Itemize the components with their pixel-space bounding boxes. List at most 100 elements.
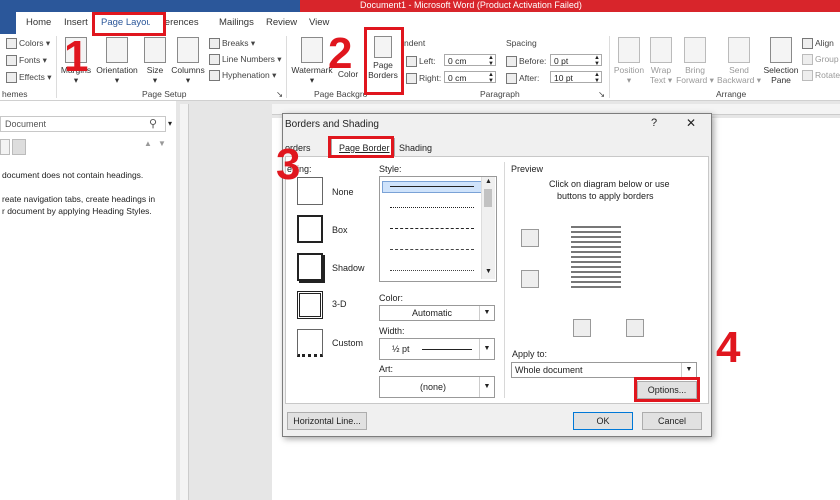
spin-arrows-icon[interactable]: ▲ ▼ (488, 55, 494, 67)
headings-view-icon[interactable] (0, 139, 10, 155)
scroll-up-icon[interactable]: ▲ (485, 178, 492, 185)
next-heading-icon[interactable]: ▼ (158, 139, 166, 148)
close-button[interactable]: ✕ (686, 116, 696, 130)
horizontal-line-button[interactable]: Horizontal Line... (287, 412, 367, 430)
scroll-down-icon[interactable]: ▼ (485, 268, 492, 275)
orientation-button[interactable]: Orientation ▾ (94, 37, 140, 86)
setting-shadow-icon[interactable] (297, 253, 323, 281)
spin-arrows-icon[interactable]: ▲ ▼ (594, 72, 600, 84)
tab-insert[interactable]: Insert (64, 17, 88, 28)
orientation-label: Orientation (96, 65, 138, 75)
breaks-icon (209, 38, 220, 50)
setting-shadow-label[interactable]: Shadow (332, 263, 365, 273)
wrap-text-button[interactable]: Wrap Text ▾ (646, 37, 676, 86)
columns-label: Columns (171, 65, 205, 75)
spacing-after-input[interactable]: 10 pt ▲ ▼ (550, 71, 602, 84)
tab-mailings[interactable]: Mailings (219, 17, 254, 28)
chevron-down-icon[interactable]: ▼ (479, 306, 494, 320)
position-label: Position (613, 65, 645, 75)
tab-home[interactable]: Home (26, 17, 51, 28)
columns-button[interactable]: Columns ▾ (170, 37, 206, 86)
spacing-before-input[interactable]: 0 pt ▲ ▼ (550, 54, 602, 67)
group-button[interactable]: Group (802, 54, 839, 66)
indent-left-icon (406, 56, 417, 68)
chevron-down-icon[interactable]: ▼ (479, 339, 494, 359)
send-label-2: Backward (717, 75, 755, 85)
top-border-toggle-icon[interactable] (521, 229, 539, 247)
tab-shading[interactable]: Shading (399, 143, 432, 153)
spacing-after-value: 10 pt (554, 73, 573, 83)
search-icon[interactable]: ⚲ (149, 117, 157, 130)
pages-view-icon[interactable] (12, 139, 26, 155)
indent-right-input[interactable]: 0 cm ▲ ▼ (444, 71, 496, 84)
breaks-button[interactable]: Breaks ▾ (209, 38, 255, 50)
color-select[interactable]: Automatic ▼ (379, 305, 495, 321)
setting-custom-icon[interactable] (297, 329, 323, 357)
page-setup-launcher-icon[interactable]: ↘ (276, 89, 283, 100)
fonts-button[interactable]: Fonts ▾ (6, 55, 47, 67)
bring-forward-button[interactable]: Bring Forward ▾ (676, 37, 714, 86)
effects-button[interactable]: Effects ▾ (6, 72, 51, 84)
chevron-down-icon[interactable]: ▼ (681, 363, 696, 377)
spin-arrows-icon[interactable]: ▲ ▼ (488, 72, 494, 84)
setting-3d-icon[interactable] (297, 291, 323, 319)
right-border-toggle-icon[interactable] (626, 319, 644, 337)
style-list[interactable]: ▲ ▼ (379, 176, 497, 282)
size-icon (144, 37, 166, 63)
selection-pane-button[interactable]: Selection Pane (762, 37, 800, 85)
tab-view[interactable]: View (309, 17, 329, 28)
line-numbers-button[interactable]: Line Numbers ▾ (209, 54, 282, 66)
left-border-toggle-icon[interactable] (573, 319, 591, 337)
previous-heading-icon[interactable]: ▲ (144, 139, 152, 148)
effects-label: Effects (19, 72, 45, 82)
position-button[interactable]: Position ▾ (612, 37, 646, 86)
setting-box-icon[interactable] (297, 215, 323, 243)
setting-box-label[interactable]: Box (332, 225, 348, 235)
hyphenation-button[interactable]: Hyphenation ▾ (209, 70, 276, 82)
style-dotted-line (390, 207, 474, 208)
indent-left-label: Left: (406, 56, 436, 68)
style-solid-line (390, 186, 474, 187)
art-select[interactable]: (none) ▼ (379, 376, 495, 398)
group-divider (286, 36, 287, 98)
bottom-border-toggle-icon[interactable] (521, 270, 539, 288)
align-button[interactable]: Align (802, 38, 834, 50)
rotate-button[interactable]: Rotate (802, 70, 840, 82)
search-dropdown-icon[interactable]: ▾ (168, 119, 172, 128)
ok-button[interactable]: OK (573, 412, 633, 430)
send-backward-button[interactable]: Send Backward ▾ (716, 37, 762, 86)
page-background-group-label: Page Backgro (314, 89, 368, 99)
scroll-thumb[interactable] (484, 189, 492, 207)
chevron-down-icon[interactable]: ▼ (479, 377, 494, 397)
line-numbers-label: Line Numbers (222, 54, 275, 64)
colors-button[interactable]: Colors ▾ (6, 38, 50, 50)
cancel-button[interactable]: Cancel (642, 412, 702, 430)
hyphenation-label: Hyphenation (222, 70, 270, 80)
style-scrollbar[interactable]: ▲ ▼ (481, 177, 495, 279)
setting-3d-label[interactable]: 3-D (332, 299, 347, 309)
wrap-label-1: Wrap (650, 65, 672, 75)
spacing-before-value: 0 pt (554, 56, 569, 66)
spin-arrows-icon[interactable]: ▲ ▼ (594, 55, 600, 67)
effects-icon (6, 72, 17, 84)
file-tab[interactable] (0, 12, 16, 34)
help-button[interactable]: ? (651, 117, 657, 129)
navigation-search-input[interactable]: Document ⚲ (0, 116, 166, 132)
width-select[interactable]: ½ pt ▼ (379, 338, 495, 360)
preview-page-diagram[interactable] (571, 226, 621, 288)
size-button[interactable]: Size ▾ (142, 37, 168, 86)
width-label: Width: (379, 326, 405, 336)
colors-icon (6, 38, 17, 50)
paragraph-launcher-icon[interactable]: ↘ (598, 89, 605, 100)
indent-left-input[interactable]: 0 cm ▲ ▼ (444, 54, 496, 67)
spacing-before-icon (506, 56, 517, 68)
setting-none-label[interactable]: None (332, 187, 354, 197)
style-option-selected[interactable] (382, 181, 482, 193)
apply-to-select[interactable]: Whole document ▼ (511, 362, 697, 378)
setting-custom-label[interactable]: Custom (332, 338, 363, 348)
vertical-ruler (180, 104, 189, 500)
preview-hint-1: Click on diagram below or use (549, 179, 670, 189)
highlight-options-button (634, 377, 700, 402)
tab-review[interactable]: Review (266, 17, 297, 28)
setting-none-icon[interactable] (297, 177, 323, 205)
